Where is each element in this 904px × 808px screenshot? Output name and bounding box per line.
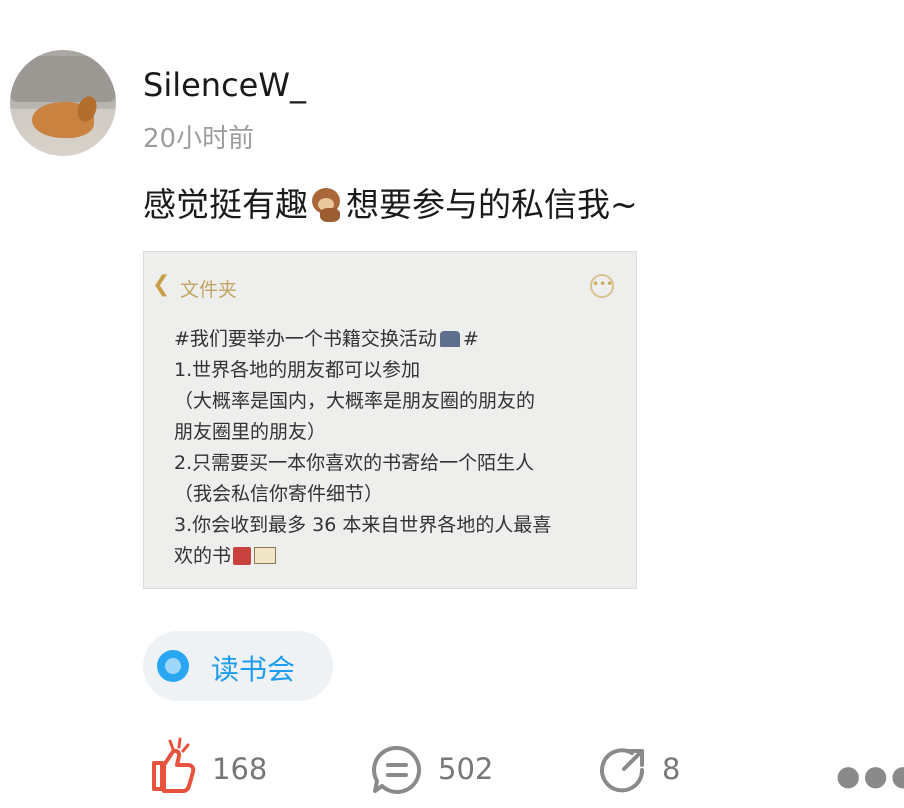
like-button[interactable]: 168 <box>148 737 278 799</box>
repost-button[interactable]: 8 <box>598 737 698 799</box>
note-line: #我们要举办一个书籍交换活动 # <box>174 328 479 350</box>
more-circle-icon: ••• <box>590 274 614 298</box>
note-line: 欢的书 <box>174 541 551 572</box>
repost-count: 8 <box>662 752 681 786</box>
note-line: 1.世界各地的朋友都可以参加 <box>174 359 421 381</box>
note-line: 2.只需要买一本你喜欢的书寄给一个陌生人 <box>174 452 535 474</box>
post-text-before: 感觉挺有趣 <box>143 185 308 224</box>
post-image-note-screenshot[interactable]: ❮ 文件夹 ••• #我们要举办一个书籍交换活动 # 1.世界各地的朋友都可以参加… <box>143 251 637 589</box>
note-line: 3.你会收到最多 36 本来自世界各地的人最喜 <box>174 514 552 536</box>
post-text: 感觉挺有趣 想要参与的私信我~ <box>143 178 638 226</box>
repost-icon <box>600 748 645 793</box>
username[interactable]: SilenceW_ <box>143 66 306 104</box>
back-chevron-icon: ❮ <box>152 272 171 297</box>
topic-tag[interactable]: 读书会 <box>143 631 333 701</box>
topic-tag-label: 读书会 <box>211 653 296 686</box>
note-line: （大概率是国内，大概率是朋友圈的朋友的 <box>174 390 536 412</box>
comment-icon <box>372 745 422 794</box>
post-text-after: 想要参与的私信我~ <box>346 185 638 224</box>
book-emoji-icon <box>254 547 277 564</box>
avatar-couch <box>10 56 116 102</box>
note-folder-label: 文件夹 <box>180 279 238 301</box>
user-avatar[interactable] <box>10 50 116 156</box>
comment-count: 502 <box>438 752 494 786</box>
monkey-emoji-icon <box>308 186 346 222</box>
note-line: （我会私信你寄件细节） <box>174 483 384 505</box>
more-options-icon[interactable]: ●●● <box>836 759 904 792</box>
thumbs-up-icon <box>152 737 196 793</box>
comment-button[interactable]: 502 <box>372 737 502 799</box>
post-timestamp: 20小时前 <box>143 124 255 154</box>
note-line: 朋友圈里的朋友） <box>174 421 327 443</box>
topic-circle-icon <box>157 650 189 682</box>
like-count: 168 <box>212 752 268 786</box>
note-content: #我们要举办一个书籍交换活动 # 1.世界各地的朋友都可以参加 （大概率是国内，大… <box>174 324 551 572</box>
gift-emoji-icon <box>233 547 252 565</box>
mailbox-emoji-icon <box>439 331 460 347</box>
